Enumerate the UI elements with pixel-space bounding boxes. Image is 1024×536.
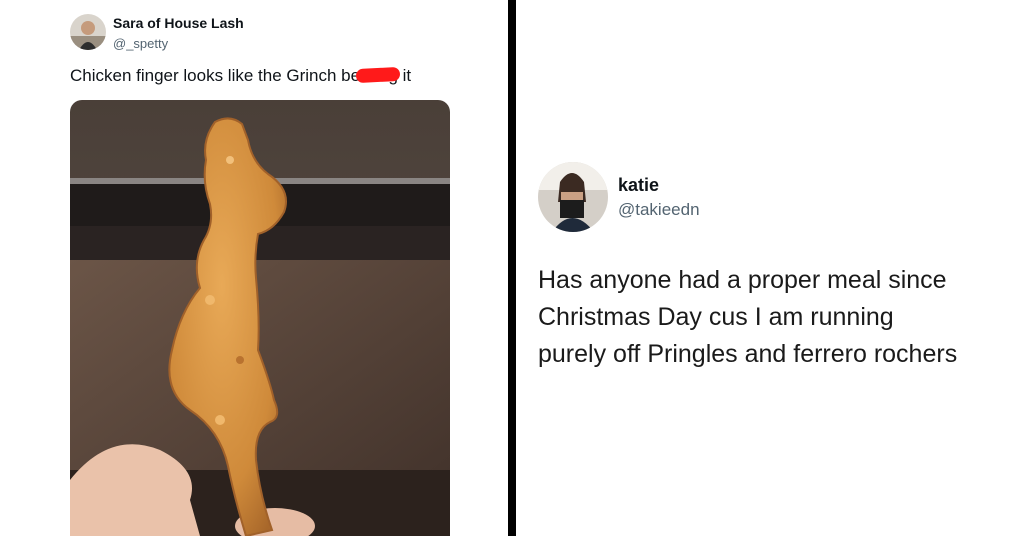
katie-display-name[interactable]: katie — [618, 175, 659, 196]
sara-display-name[interactable]: Sara of House Lash — [113, 15, 244, 31]
right-tweet-line: purely off Pringles and ferrero rochers — [538, 340, 958, 368]
right-tweet-line: Has anyone had a proper meal since — [538, 266, 947, 294]
katie-handle[interactable]: @takieedn — [618, 200, 700, 220]
right-tweet-line: Christmas Day cus I am running — [538, 303, 894, 331]
left-tweet-text: Chicken finger looks like the Grinch be … — [70, 66, 411, 86]
right-tweet-text: Has anyone had a proper meal since Chris… — [538, 262, 1018, 373]
chicken-finger-photo[interactable] — [70, 100, 450, 536]
redaction-scribble — [360, 66, 388, 86]
sara-handle[interactable]: @_spetty — [113, 36, 168, 51]
left-tweet-text-start: Chicken finger looks like the Grinch be — [70, 66, 361, 85]
sara-avatar[interactable] — [70, 14, 106, 50]
katie-avatar[interactable] — [538, 162, 608, 232]
panel-divider — [508, 0, 516, 536]
